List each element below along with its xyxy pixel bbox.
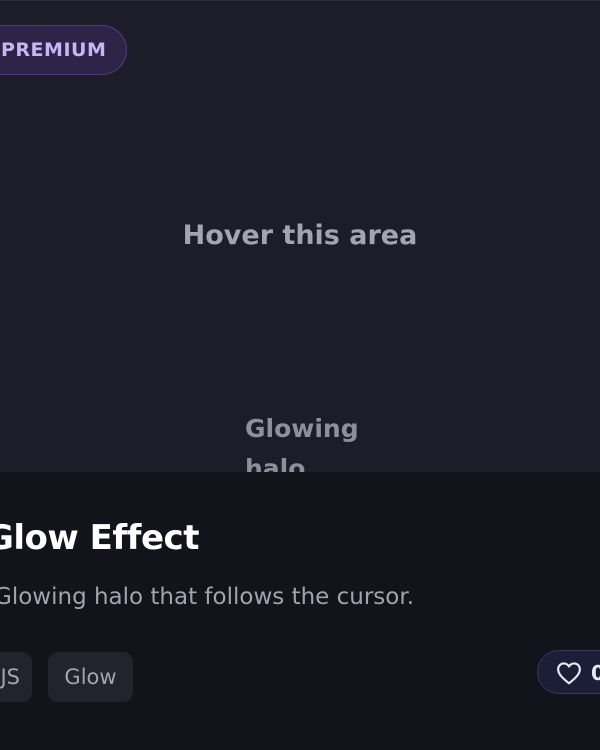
glow-label: Glowing halo	[245, 414, 359, 473]
card-description: Glowing halo that follows the cursor.	[0, 584, 415, 610]
card-title[interactable]: Glow Effect	[0, 518, 199, 558]
component-card[interactable]: PREMIUM Hover this area Glowing halo Glo…	[0, 0, 600, 750]
preview-area[interactable]: PREMIUM Hover this area Glowing halo	[0, 0, 600, 473]
preview-hint: Hover this area	[182, 220, 418, 251]
tag-glow[interactable]: Glow	[48, 652, 133, 702]
card-info	[0, 472, 600, 750]
premium-badge: PREMIUM	[0, 25, 128, 75]
heart-icon	[557, 662, 581, 685]
like-count: 0	[591, 661, 600, 685]
tag-js[interactable]: JS	[0, 652, 32, 702]
like-button[interactable]: 0	[537, 650, 600, 694]
